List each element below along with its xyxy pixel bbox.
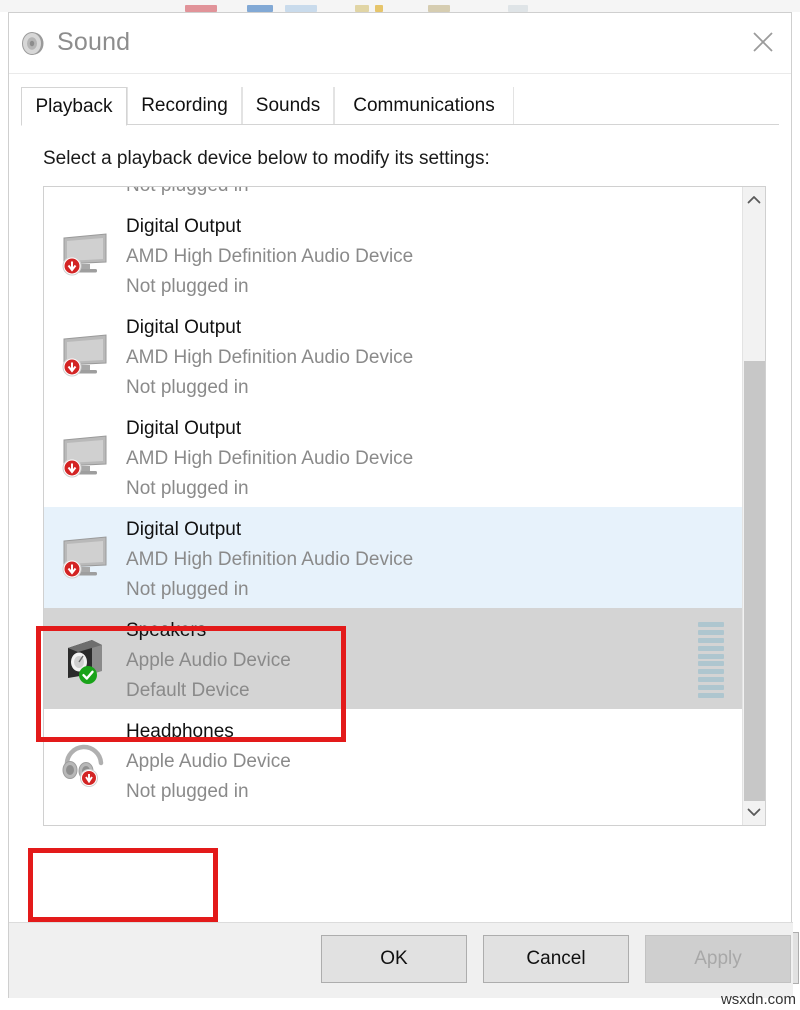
- meter-segment: [698, 669, 724, 674]
- bg-icon-7: [508, 5, 528, 12]
- device-name: Digital Output: [126, 317, 241, 339]
- device-name: Headphones: [126, 721, 234, 743]
- headphones-icon: [56, 729, 114, 787]
- speaker-box-icon: [56, 628, 114, 686]
- bg-icon-3: [285, 5, 317, 12]
- bg-icon-6: [428, 5, 450, 12]
- bg-icon-4: [355, 5, 369, 12]
- title-bar: Sound: [9, 13, 791, 74]
- device-description: AMD High Definition Audio Device: [126, 347, 413, 369]
- dialog-body: Playback Recording Sounds Communications…: [9, 74, 791, 998]
- device-name: Digital Output: [126, 519, 241, 541]
- meter-segment: [698, 622, 724, 627]
- volume-level-meter: [698, 622, 724, 698]
- close-icon[interactable]: [735, 13, 791, 71]
- tab-recording[interactable]: Recording: [127, 87, 242, 125]
- table-row[interactable]: Digital Output AMD High Definition Audio…: [44, 187, 742, 204]
- chevron-down-icon[interactable]: [743, 801, 765, 823]
- meter-segment: [698, 646, 724, 651]
- playback-device-list[interactable]: Digital Output AMD High Definition Audio…: [43, 186, 766, 826]
- device-name: Digital Output: [126, 418, 241, 440]
- tab-recording-label: Recording: [141, 95, 228, 117]
- bg-icon-1: [185, 5, 217, 12]
- device-description: AMD High Definition Audio Device: [126, 448, 413, 470]
- device-list-scrollbar[interactable]: [742, 187, 765, 825]
- speaker-icon: [21, 30, 48, 57]
- monitor-icon: [56, 527, 114, 585]
- table-row[interactable]: Digital Output AMD High Definition Audio…: [44, 406, 742, 507]
- monitor-icon: [56, 325, 114, 383]
- device-list-viewport: Digital Output AMD High Definition Audio…: [44, 187, 742, 825]
- meter-segment: [698, 630, 724, 635]
- meter-segment: [698, 677, 724, 682]
- instruction-text: Select a playback device below to modify…: [43, 148, 490, 170]
- tab-playback-label: Playback: [35, 96, 112, 118]
- apply-button: Apply: [645, 935, 791, 983]
- bg-icon-5: [375, 5, 383, 12]
- bg-icon-2: [247, 5, 273, 12]
- ok-button[interactable]: OK: [321, 935, 467, 983]
- tab-communications-label: Communications: [353, 95, 495, 117]
- device-status: Not plugged in: [126, 276, 249, 298]
- device-status: Not plugged in: [126, 478, 249, 500]
- tab-communications[interactable]: Communications: [334, 87, 514, 125]
- apply-button-label: Apply: [694, 948, 742, 970]
- table-row[interactable]: Digital Output AMD High Definition Audio…: [44, 305, 742, 406]
- meter-segment: [698, 654, 724, 659]
- sound-dialog: Sound Playback Recording Sounds Communic…: [8, 12, 792, 998]
- tab-sounds[interactable]: Sounds: [242, 87, 334, 125]
- device-status: Not plugged in: [126, 781, 249, 803]
- monitor-icon: [56, 224, 114, 282]
- device-description: AMD High Definition Audio Device: [126, 549, 413, 571]
- meter-segment: [698, 638, 724, 643]
- meter-segment: [698, 693, 724, 698]
- device-name: Speakers: [126, 620, 206, 642]
- tab-strip: Playback Recording Sounds Communications: [21, 87, 779, 125]
- device-status: Default Device: [126, 680, 250, 702]
- table-row[interactable]: Digital Output AMD High Definition Audio…: [44, 204, 742, 305]
- device-description: Apple Audio Device: [126, 751, 291, 773]
- dialog-footer: OK Cancel Apply: [9, 922, 793, 998]
- device-status: Not plugged in: [126, 377, 249, 399]
- device-description: AMD High Definition Audio Device: [126, 246, 413, 268]
- device-status: Not plugged in: [126, 579, 249, 601]
- chevron-up-icon[interactable]: [743, 189, 765, 211]
- device-row-speakers[interactable]: Speakers Apple Audio Device Default Devi…: [44, 608, 742, 709]
- meter-segment: [698, 661, 724, 666]
- background-desktop-strip: [0, 0, 800, 12]
- scrollbar-thumb[interactable]: [744, 361, 765, 801]
- cancel-button-label: Cancel: [526, 948, 585, 970]
- device-row-headphones[interactable]: Headphones Apple Audio Device Not plugge…: [44, 709, 742, 810]
- watermark: wsxdn.com: [721, 991, 796, 1008]
- tab-sounds-label: Sounds: [256, 95, 320, 117]
- device-list-content: Digital Output AMD High Definition Audio…: [44, 187, 742, 810]
- table-row-selected[interactable]: Digital Output AMD High Definition Audio…: [44, 507, 742, 608]
- meter-segment: [698, 685, 724, 690]
- tab-playback[interactable]: Playback: [21, 87, 127, 126]
- window-title: Sound: [57, 28, 130, 57]
- device-description: Apple Audio Device: [126, 650, 291, 672]
- cancel-button[interactable]: Cancel: [483, 935, 629, 983]
- device-name: Digital Output: [126, 216, 241, 238]
- ok-button-label: OK: [380, 948, 407, 970]
- device-status: Not plugged in: [126, 187, 249, 197]
- monitor-icon: [56, 426, 114, 484]
